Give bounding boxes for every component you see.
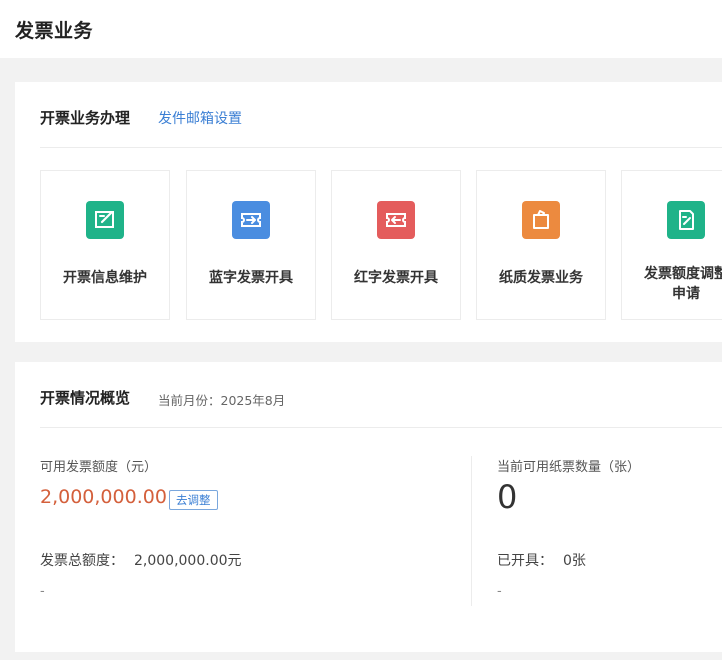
- total-quota-value: 2,000,000.00元: [134, 553, 242, 569]
- invoice-business-panel-header: 开票业务办理 发件邮箱设置: [40, 82, 722, 148]
- page-header: 发票业务: [0, 0, 722, 58]
- left-placeholder-dash: -: [40, 584, 45, 599]
- issued-count: 已开具： 0张: [497, 550, 586, 570]
- invoice-business-title: 开票业务办理: [40, 109, 131, 127]
- invoice-overview-panel: 开票情况概览 当前月份：2025年8月 可用发票额度（元） 2,000,000.…: [15, 362, 722, 652]
- invoice-overview-panel-header: 开票情况概览 当前月份：2025年8月: [40, 362, 722, 428]
- tile-paper-invoice-business[interactable]: 纸质发票业务: [476, 170, 606, 320]
- tile-label: 发票额度调整 申请: [622, 264, 722, 304]
- available-quota-label: 可用发票额度（元）: [40, 460, 158, 475]
- tile-red-invoice-issue[interactable]: 红字发票开具: [331, 170, 461, 320]
- ticket-return-icon: [377, 201, 415, 239]
- issued-count-value: 0张: [563, 553, 586, 569]
- tile-label: 开票信息维护: [63, 270, 147, 286]
- tile-label: 红字发票开具: [354, 270, 438, 286]
- tile-label: 纸质发票业务: [499, 270, 583, 286]
- sender-email-settings-link[interactable]: 发件邮箱设置: [158, 108, 242, 128]
- document-pen-icon: [667, 201, 705, 239]
- invoice-overview-title: 开票情况概览: [40, 389, 131, 407]
- paper-invoice-section: 当前可用纸票数量（张） 0 已开具： 0张 -: [497, 456, 722, 599]
- total-quota: 发票总额度： 2,000,000.00元: [40, 550, 242, 570]
- available-quota-section: 可用发票额度（元） 2,000,000.00 去调整 发票总额度： 2,000,0…: [40, 456, 470, 599]
- ticket-arrow-icon: [232, 201, 270, 239]
- paper-invoice-count-label: 当前可用纸票数量（张）: [497, 460, 641, 475]
- paper-bag-icon: [522, 201, 560, 239]
- tile-invoice-info-maintenance[interactable]: 开票信息维护: [40, 170, 170, 320]
- current-month-label: 当前月份：2025年8月: [158, 393, 286, 408]
- paper-invoice-count-value: 0: [497, 478, 518, 516]
- available-quota-value: 2,000,000.00: [40, 486, 167, 508]
- invoice-business-panel: 开票业务办理 发件邮箱设置 开票信息维护 蓝字发票开具 红字发票开具 纸质发票业…: [15, 82, 722, 342]
- overview-divider: [471, 456, 472, 606]
- tile-label: 蓝字发票开具: [209, 270, 293, 286]
- tile-blue-invoice-issue[interactable]: 蓝字发票开具: [186, 170, 316, 320]
- issued-count-label: 已开具：: [497, 553, 553, 569]
- tile-invoice-quota-adjust-apply[interactable]: 发票额度调整 申请: [621, 170, 722, 320]
- total-quota-label: 发票总额度：: [40, 553, 124, 569]
- page-title: 发票业务: [15, 20, 94, 42]
- go-adjust-button[interactable]: 去调整: [169, 490, 218, 510]
- tile-label-line2: 申请: [672, 286, 700, 302]
- right-placeholder-dash: -: [497, 584, 502, 599]
- edit-square-icon: [86, 201, 124, 239]
- tile-label-line1: 发票额度调整: [644, 266, 722, 282]
